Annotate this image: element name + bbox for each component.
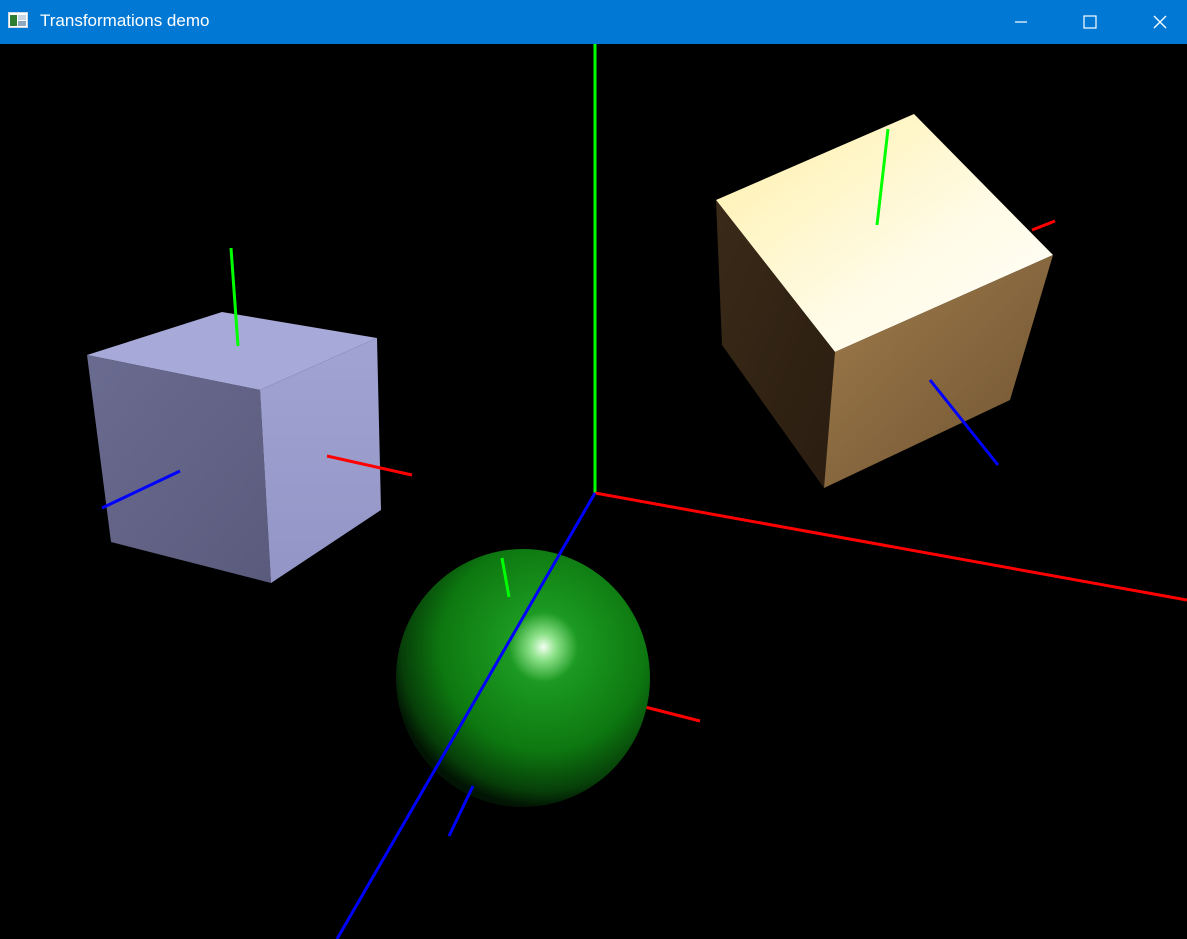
- maximize-icon: [1083, 15, 1097, 29]
- right-cube-x-axis: [1031, 219, 1056, 232]
- window-title: Transformations demo: [40, 11, 210, 30]
- close-icon: [1153, 15, 1167, 29]
- minimize-button[interactable]: [998, 0, 1044, 44]
- right-cube: [716, 114, 1056, 488]
- app-window: Transformations demo: [0, 0, 1187, 939]
- app-icon: [8, 12, 28, 28]
- sphere-z-axis: [447, 785, 475, 837]
- maximize-button[interactable]: [1067, 0, 1113, 44]
- left-cube: [87, 247, 413, 583]
- minimize-icon: [1015, 21, 1027, 23]
- sphere-x-axis: [644, 705, 701, 723]
- world-x-axis: [594, 491, 1187, 602]
- scene-canvas[interactable]: [0, 44, 1187, 939]
- render-viewport[interactable]: [0, 44, 1187, 939]
- title-bar[interactable]: Transformations demo: [0, 0, 1187, 44]
- sphere: [396, 549, 650, 837]
- close-button[interactable]: [1137, 0, 1183, 44]
